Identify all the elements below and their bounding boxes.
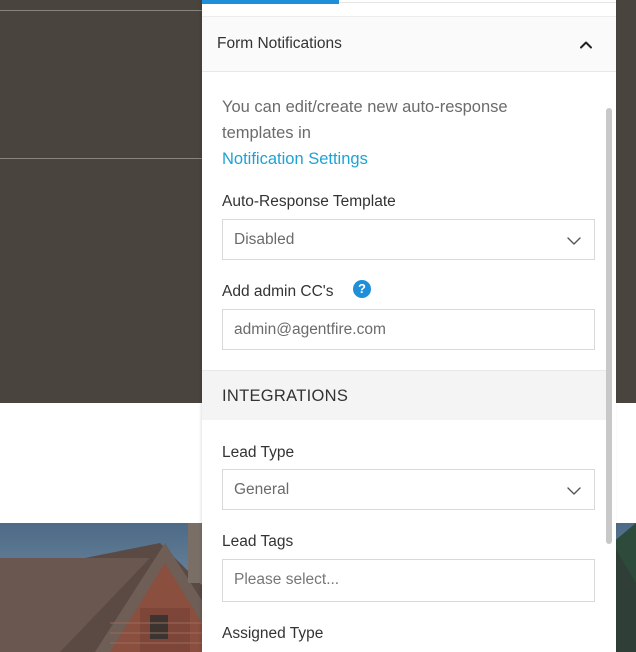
info-text: You can edit/create new auto-response te… [222,98,508,142]
lead-type-value: General [234,481,290,498]
panel-scrollbar[interactable] [606,108,612,544]
auto-response-label: Auto-Response Template [222,193,396,210]
admin-cc-input[interactable]: admin@agentfire.com [222,309,595,350]
lead-tags-label: Lead Tags [222,533,294,550]
background-divider [0,158,210,159]
section-title: Form Notifications [217,35,342,52]
integrations-title: INTEGRATIONS [222,387,349,405]
admin-cc-value: admin@agentfire.com [234,321,386,338]
chevron-down-icon [567,487,581,495]
settings-panel: Form Notifications You can edit/create n… [202,0,616,652]
active-tab-indicator [202,0,339,4]
chevron-up-icon[interactable] [576,35,596,55]
notification-settings-link[interactable]: Notification Settings [222,146,368,172]
background-divider [0,10,210,11]
lead-type-select[interactable]: General [222,469,595,510]
admin-cc-label: Add admin CC's [222,283,334,300]
auto-response-value: Disabled [234,231,295,248]
integrations-section-header: INTEGRATIONS [202,370,606,420]
form-notifications-header[interactable]: Form Notifications [202,16,616,72]
auto-response-select[interactable]: Disabled [222,219,595,260]
tab-bar [339,0,616,3]
lead-tags-input[interactable]: Please select... [222,559,595,602]
lead-tags-placeholder: Please select... [234,571,340,588]
chevron-down-icon [567,237,581,245]
help-icon[interactable]: ? [353,280,371,298]
lead-type-label: Lead Type [222,444,295,461]
assigned-type-label: Assigned Type [222,625,324,642]
